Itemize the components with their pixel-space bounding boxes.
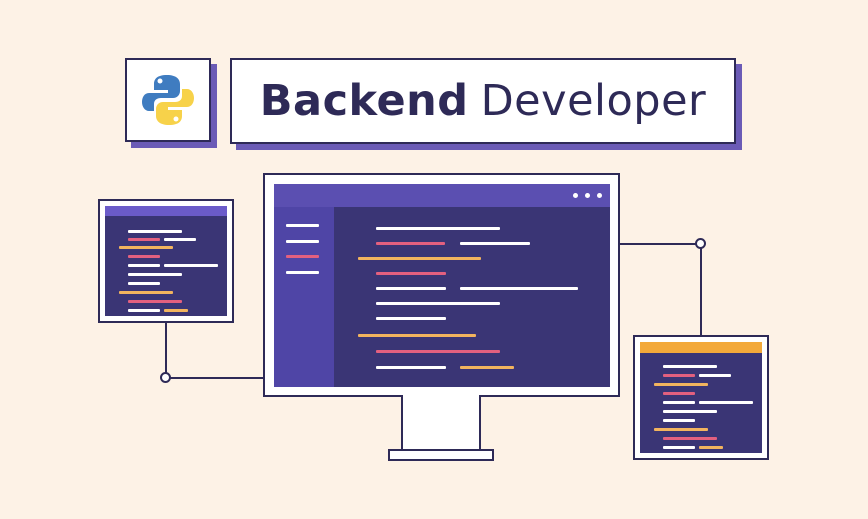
code-line [663,446,695,449]
code-line [663,437,717,440]
code-line [460,287,578,290]
logo-card [125,58,211,142]
code-line [128,238,160,241]
code-line [663,365,717,368]
code-line [128,309,160,312]
code-line [358,257,481,260]
connector-left-horizontal [166,377,264,379]
code-line [128,264,160,267]
code-line [376,272,446,275]
code-line [119,246,173,249]
title-bold-text: Backend [259,76,469,126]
sidebar-line [286,240,319,243]
connector-right-vertical [700,244,702,336]
code-line [460,366,514,369]
right-code-screen [640,342,762,453]
editor-titlebar [274,184,610,207]
code-line [663,374,695,377]
code-line [164,238,196,241]
left-panel-titlebar [105,206,227,216]
code-line [119,291,173,294]
connector-left-vertical [165,322,167,378]
code-line [654,428,708,431]
left-code-panel [98,199,234,323]
sidebar-line [286,255,319,258]
connector-right-node [695,238,706,249]
code-line [699,401,753,404]
code-line [663,410,717,413]
monitor-screen [274,184,610,387]
code-line [128,300,182,303]
code-line [699,374,731,377]
code-line [663,419,695,422]
code-line [663,392,695,395]
code-line [376,350,500,353]
editor-sidebar [274,207,334,387]
window-dot-icon [573,193,578,198]
code-line [376,242,445,245]
code-line [376,302,500,305]
page-title: Backend Developer [230,58,736,144]
code-line [128,273,182,276]
code-line [654,383,708,386]
right-code-panel [633,335,769,460]
code-line [460,242,530,245]
code-line [663,401,695,404]
code-line [358,334,476,337]
code-line [128,282,160,285]
window-dot-icon [597,193,602,198]
code-line [699,446,723,449]
code-line [376,227,500,230]
monitor [263,173,620,397]
monitor-stand-base [388,449,494,461]
code-line [128,230,182,233]
title-regular-text: Developer [480,76,707,126]
code-line [164,309,188,312]
connector-left-node [160,372,171,383]
code-line [376,366,446,369]
python-logo-icon [142,75,194,125]
code-line [376,317,446,320]
code-line [164,264,218,267]
sidebar-line [286,271,319,274]
window-dot-icon [585,193,590,198]
sidebar-line [286,224,319,227]
code-line [376,287,446,290]
monitor-stand-neck [401,395,481,451]
connector-right-horizontal [619,243,702,245]
right-panel-titlebar [640,342,762,353]
left-code-screen [105,206,227,316]
code-line [128,255,160,258]
